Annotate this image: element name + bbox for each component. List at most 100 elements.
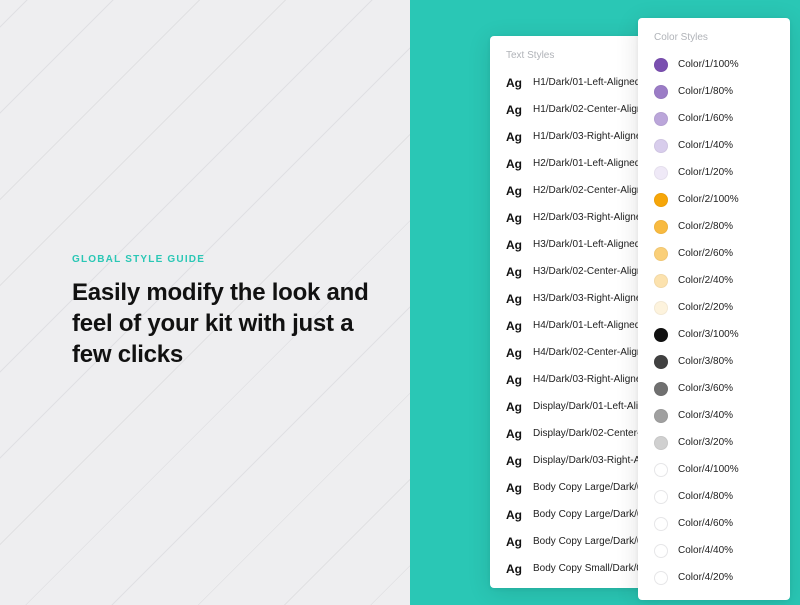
color-swatch-icon	[654, 139, 668, 153]
text-style-glyph: Ag	[506, 184, 523, 198]
text-style-row[interactable]: AgH4/Dark/03-Right-Aligned	[490, 366, 648, 393]
text-style-row[interactable]: AgH3/Dark/01-Left-Aligned	[490, 231, 648, 258]
color-swatch-icon	[654, 328, 668, 342]
text-style-label: H3/Dark/03-Right-Aligned	[533, 293, 647, 304]
text-style-label: H4/Dark/01-Left-Aligned	[533, 320, 640, 331]
color-swatch-icon	[654, 544, 668, 558]
color-swatch-icon	[654, 571, 668, 585]
text-style-row[interactable]: Ag Display/Dark/01-Left-Aligned	[490, 393, 648, 420]
color-swatch-icon	[654, 166, 668, 180]
color-style-row[interactable]: Color/3/40%	[638, 402, 790, 429]
text-style-label: H1/Dark/02-Center-Aligned	[533, 104, 648, 115]
color-style-row[interactable]: Color/2/60%	[638, 240, 790, 267]
color-style-label: Color/4/80%	[678, 491, 733, 502]
color-swatch-icon	[654, 112, 668, 126]
color-style-label: Color/2/20%	[678, 302, 733, 313]
text-style-row[interactable]: AgBody Copy Large/Dark/01-Left	[490, 474, 648, 501]
color-swatch-icon	[654, 58, 668, 72]
text-style-row[interactable]: Ag Display/Dark/02-Center-Aligned	[490, 420, 648, 447]
color-swatch-icon	[654, 490, 668, 504]
color-style-row[interactable]: Color/4/60%	[638, 510, 790, 537]
text-style-row[interactable]: AgH1/Dark/01-Left-Aligned	[490, 69, 648, 96]
color-swatch-icon	[654, 517, 668, 531]
text-style-row[interactable]: Ag H2/Dark/03-Right-Aligned	[490, 204, 648, 231]
text-style-label: Display/Dark/03-Right-Aligned	[533, 455, 648, 466]
color-style-row[interactable]: Color/3/60%	[638, 375, 790, 402]
text-style-row[interactable]: AgH3/Dark/02-Center-Aligned	[490, 258, 648, 285]
color-style-label: Color/3/80%	[678, 356, 733, 367]
color-style-row[interactable]: Color/3/100%	[638, 321, 790, 348]
text-style-glyph: Ag	[506, 454, 523, 468]
color-style-label: Color/4/20%	[678, 572, 733, 583]
color-style-label: Color/1/60%	[678, 113, 733, 124]
color-style-label: Color/3/100%	[678, 329, 739, 340]
text-style-label: Body Copy Small/Dark/01-Left	[533, 563, 648, 574]
color-style-label: Color/3/20%	[678, 437, 733, 448]
text-style-glyph: Ag	[506, 76, 523, 90]
text-style-label: Display/Dark/02-Center-Aligned	[533, 428, 648, 439]
color-style-label: Color/2/80%	[678, 221, 733, 232]
text-style-label: H2/Dark/03-Right-Aligned	[533, 212, 647, 223]
text-styles-header: Text Styles	[490, 36, 648, 69]
color-style-row[interactable]: Color/3/20%	[638, 429, 790, 456]
text-style-row[interactable]: AgBody Copy Small/Dark/01-Left	[490, 555, 648, 582]
color-style-row[interactable]: Color/4/40%	[638, 537, 790, 564]
headline-text: Easily modify the look and feel of your …	[72, 277, 372, 371]
color-style-row[interactable]: Color/2/20%	[638, 294, 790, 321]
color-swatch-icon	[654, 301, 668, 315]
color-style-row[interactable]: Color/2/80%	[638, 213, 790, 240]
text-style-row[interactable]: Ag H1/Dark/02-Center-Aligned	[490, 96, 648, 123]
text-style-glyph: Ag	[506, 508, 523, 522]
color-swatch-icon	[654, 274, 668, 288]
text-style-glyph: Ag	[506, 103, 523, 117]
color-style-row[interactable]: Color/1/60%	[638, 105, 790, 132]
text-style-label: H1/Dark/03-Right-Aligned	[533, 131, 647, 142]
color-style-row[interactable]: Color/3/80%	[638, 348, 790, 375]
text-style-row[interactable]: AgH2/Dark/01-Left-Aligned	[490, 150, 648, 177]
color-style-label: Color/4/60%	[678, 518, 733, 529]
text-style-row[interactable]: AgH4/Dark/02-Center-Aligned	[490, 339, 648, 366]
color-style-row[interactable]: Color/4/80%	[638, 483, 790, 510]
color-swatch-icon	[654, 220, 668, 234]
color-swatch-icon	[654, 355, 668, 369]
text-style-row[interactable]: AgBody Copy Large/Dark/03-Right	[490, 528, 648, 555]
color-style-row[interactable]: Color/4/20%	[638, 564, 790, 591]
color-style-row[interactable]: Color/1/80%	[638, 78, 790, 105]
text-style-label: Body Copy Large/Dark/03-Right	[533, 536, 648, 547]
eyebrow-text: GLOBAL STYLE GUIDE	[72, 254, 372, 265]
text-styles-list: AgH1/Dark/01-Left-AlignedAgH1/Dark/02-Ce…	[490, 69, 648, 588]
color-style-label: Color/2/40%	[678, 275, 733, 286]
text-style-glyph: Ag	[506, 211, 523, 225]
color-style-label: Color/1/20%	[678, 167, 733, 178]
text-style-row[interactable]: Ag Display/Dark/03-Right-Aligned	[490, 447, 648, 474]
color-style-row[interactable]: Color/1/20%	[638, 159, 790, 186]
text-style-label: H4/Dark/02-Center-Aligned	[533, 347, 648, 358]
text-style-label: H2/Dark/02-Center-Aligned	[533, 185, 648, 196]
color-style-row[interactable]: Color/2/100%	[638, 186, 790, 213]
color-style-label: Color/4/100%	[678, 464, 739, 475]
text-style-row[interactable]: AgH1/Dark/03-Right-Aligned	[490, 123, 648, 150]
color-style-label: Color/3/40%	[678, 410, 733, 421]
text-style-glyph: Ag	[506, 427, 523, 441]
color-style-row[interactable]: Color/4/100%	[638, 456, 790, 483]
color-swatch-icon	[654, 382, 668, 396]
text-style-row[interactable]: AgBody Copy Large/Dark/02-Center	[490, 501, 648, 528]
text-style-label: H3/Dark/02-Center-Aligned	[533, 266, 648, 277]
text-style-label: Display/Dark/01-Left-Aligned	[533, 401, 648, 412]
text-style-label: H2/Dark/01-Left-Aligned	[533, 158, 640, 169]
text-style-glyph: Ag	[506, 400, 523, 414]
color-style-row[interactable]: Color/1/100%	[638, 51, 790, 78]
color-styles-header: Color Styles	[638, 18, 790, 51]
color-style-row[interactable]: Color/1/40%	[638, 132, 790, 159]
color-style-row[interactable]: Color/2/40%	[638, 267, 790, 294]
color-swatch-icon	[654, 85, 668, 99]
text-style-glyph: Ag	[506, 292, 523, 306]
color-style-label: Color/1/100%	[678, 59, 739, 70]
color-style-label: Color/4/40%	[678, 545, 733, 556]
color-swatch-icon	[654, 193, 668, 207]
text-style-row[interactable]: Ag H2/Dark/02-Center-Aligned	[490, 177, 648, 204]
text-style-row[interactable]: Ag H3/Dark/03-Right-Aligned	[490, 285, 648, 312]
color-swatch-icon	[654, 463, 668, 477]
text-style-row[interactable]: AgH4/Dark/01-Left-Aligned	[490, 312, 648, 339]
color-style-label: Color/2/60%	[678, 248, 733, 259]
